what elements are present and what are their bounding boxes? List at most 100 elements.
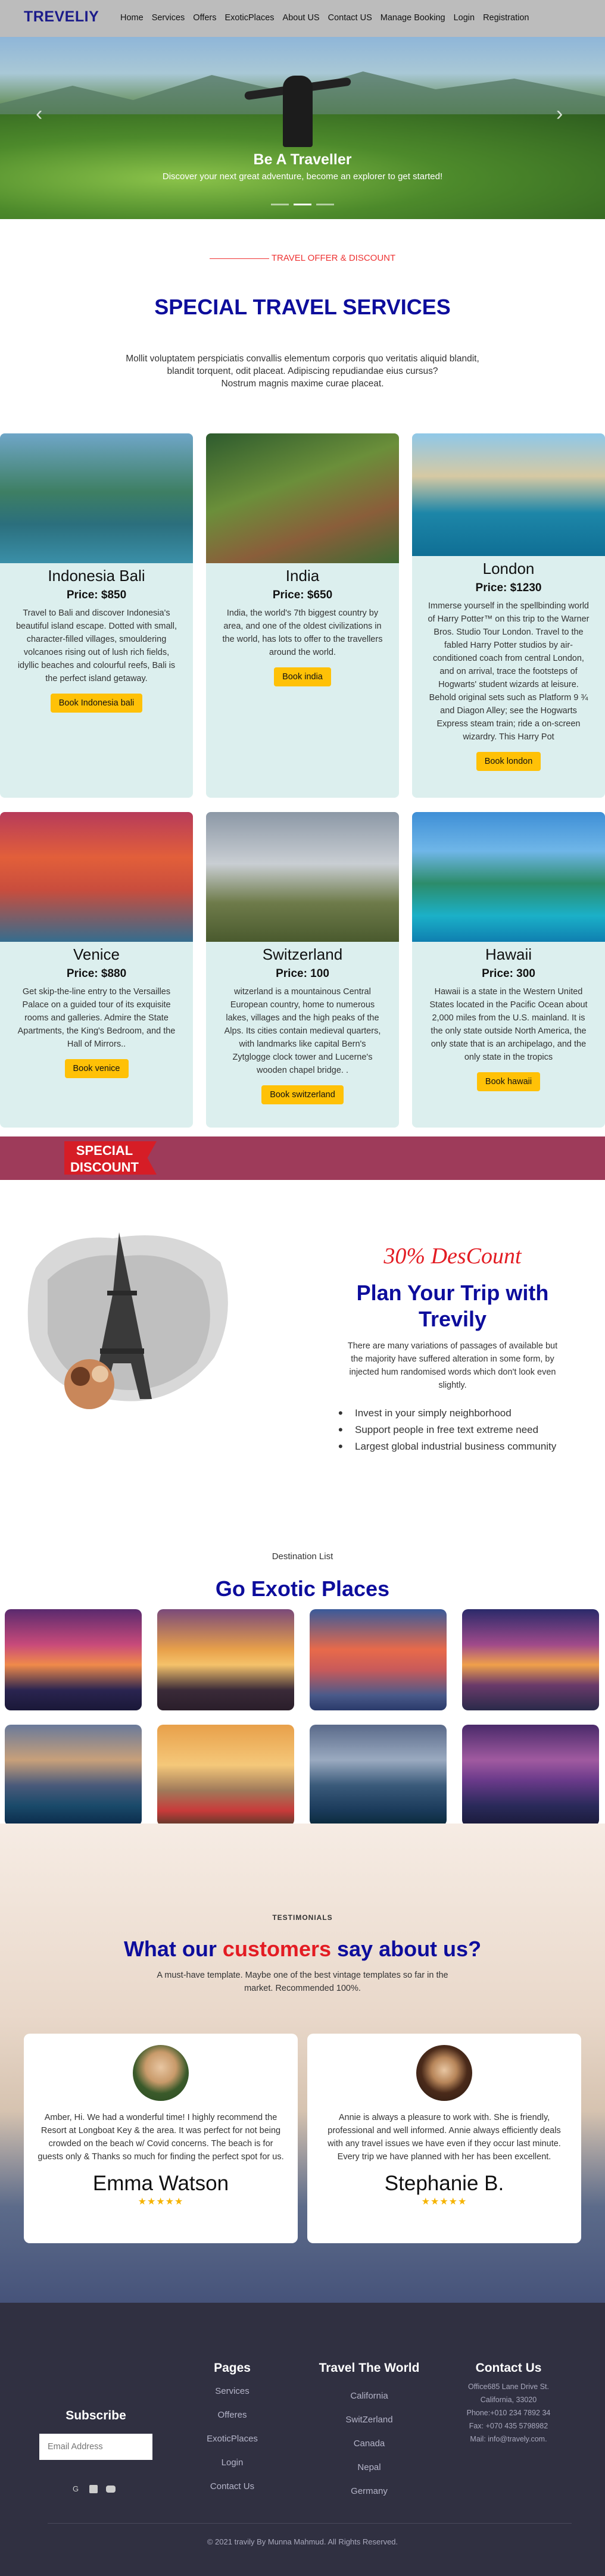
book-hawaii-button[interactable]: Book hawaii (476, 1072, 541, 1091)
offer-percent: 30% DesCount (383, 1244, 522, 1269)
book-switzerland-button[interactable]: Book switzerland (261, 1085, 344, 1104)
footer-divider (48, 2523, 572, 2524)
copyright: © 2021 travily By Munna Mahmud. All Righ… (207, 2537, 398, 2546)
footer-link-switzerland[interactable]: SwitZerland (310, 2415, 429, 2425)
place-sydney[interactable] (5, 1609, 142, 1710)
email-field[interactable] (39, 2434, 152, 2460)
bali-image (0, 433, 193, 563)
place-venice-canal[interactable] (310, 1609, 447, 1710)
venice-image (0, 812, 193, 942)
card-price: Price: $1230 (475, 582, 542, 594)
nav-links: Home Services Offers ExoticPlaces About … (120, 13, 529, 23)
card-title: Switzerland (262, 945, 343, 963)
card-description: India, the world's 7th biggest country b… (222, 608, 383, 657)
book-london-button[interactable]: Book london (476, 752, 541, 771)
subscribe-title: Subscribe (66, 2409, 126, 2422)
hero-subtitle: Discover your next great adventure, beco… (162, 171, 443, 182)
service-card-venice: Venice Price: $880 Get skip-the-line ent… (0, 812, 193, 1128)
contact-fax: Fax: +070 435 5798982 (469, 2422, 548, 2430)
service-card-london: London Price: $1230 Immerse yourself in … (412, 433, 605, 798)
nav-services[interactable]: Services (152, 13, 185, 23)
testimonials-subtitle: A must-have template. Maybe one of the b… (157, 1971, 448, 1993)
nav-registration[interactable]: Registration (483, 13, 529, 23)
card-description: Get skip-the-line entry to the Versaille… (17, 987, 176, 1049)
intro-line: blandit torquent, odit placeat. Adipisci… (167, 366, 438, 376)
eyebrow-text: TRAVEL OFFER & DISCOUNT (271, 253, 396, 263)
footer-link-contact[interactable]: Contact Us (191, 2481, 274, 2491)
service-card-bali: Indonesia Bali Price: $850 Travel to Bal… (0, 433, 193, 798)
nav-exotic-places[interactable]: ExoticPlaces (225, 13, 275, 23)
services-intro: Mollit voluptatem perspiciatis convallis… (101, 352, 504, 390)
contact-phone: Phone:+010 234 7892 34 (466, 2409, 551, 2417)
card-title: Venice (73, 945, 120, 963)
card-price: Price: $880 (66, 967, 127, 980)
intro-line: Mollit voluptatem perspiciatis convallis… (126, 354, 479, 364)
place-city-river[interactable] (310, 1725, 447, 1826)
list-item: Invest in your simply neighborhood (337, 1405, 569, 1422)
footer-link-login[interactable]: Login (191, 2458, 274, 2468)
contact-city: California, 33020 (480, 2396, 537, 2404)
navbar: TREVELIY Home Services Offers ExoticPlac… (0, 0, 605, 37)
title-highlight: customers (222, 1937, 331, 1961)
destinations-label: Destination List (272, 1551, 333, 1562)
nav-offers[interactable]: Offers (193, 13, 216, 23)
nav-login[interactable]: Login (454, 13, 475, 23)
contact-address: Office685 Lane Drive St. (468, 2383, 549, 2391)
contact-mail: Mail: info@travely.com. (470, 2435, 547, 2443)
footer-link-canada[interactable]: Canada (310, 2438, 429, 2449)
card-description: witzerland is a mountainous Central Euro… (224, 987, 381, 1075)
testimonial-name: Stephanie B. (384, 2172, 504, 2195)
card-title: Hawaii (485, 945, 532, 963)
list-item: Support people in free text extreme need (337, 1422, 569, 1438)
eyebrow-line (209, 258, 269, 259)
carousel-dot[interactable] (316, 204, 334, 205)
nav-contact-us[interactable]: Contact US (328, 13, 372, 23)
footer-link-services[interactable]: Services (191, 2386, 274, 2396)
footer-link-nepal[interactable]: Nepal (310, 2462, 429, 2472)
hero-carousel: ‹ › Be A Traveller Discover your next gr… (0, 37, 605, 219)
testimonial-card: Amber, Hi. We had a wonderful time! I hi… (24, 2034, 298, 2243)
footer-link-exotic[interactable]: ExoticPlaces (191, 2434, 274, 2444)
chevron-right-icon[interactable]: › (556, 102, 563, 126)
footer-link-california[interactable]: California (310, 2391, 429, 2401)
brand-logo[interactable]: TREVELIY (24, 8, 99, 26)
footer-link-germany[interactable]: Germany (310, 2486, 429, 2496)
card-price: Price: 300 (482, 967, 535, 980)
nav-manage-booking[interactable]: Manage Booking (381, 13, 445, 23)
card-description: Immerse yourself in the spellbinding wor… (428, 601, 590, 742)
ribbon-line2: DISCOUNT (70, 1160, 139, 1175)
offer-title: Plan Your Trip with Trevily (356, 1281, 549, 1331)
place-dubai[interactable] (5, 1725, 142, 1826)
london-image (412, 433, 605, 556)
book-india-button[interactable]: Book india (274, 667, 331, 686)
facebook-icon[interactable] (89, 2485, 98, 2493)
youtube-icon[interactable] (106, 2486, 116, 2493)
star-rating-icon: ★★★★★ (421, 2197, 467, 2207)
carousel-dot[interactable] (271, 204, 289, 205)
chevron-left-icon[interactable]: ‹ (36, 102, 42, 126)
place-istanbul[interactable] (157, 1609, 294, 1710)
service-card-switzerland: Switzerland Price: 100 witzerland is a m… (206, 812, 399, 1128)
avatar (414, 2043, 474, 2103)
google-icon[interactable]: G (73, 2484, 82, 2494)
place-london-bigben[interactable] (157, 1725, 294, 1826)
services-eyebrow: TRAVEL OFFER & DISCOUNT (0, 253, 605, 263)
card-price: Price: $650 (272, 589, 333, 601)
title-part: What our (123, 1937, 223, 1961)
nav-home[interactable]: Home (120, 13, 144, 23)
footer-link-offers[interactable]: Offeres (191, 2410, 274, 2420)
intro-line: Nostrum magnis maxime curae placeat. (221, 379, 384, 389)
contact-title: Contact Us (475, 2361, 542, 2375)
carousel-dot-active[interactable] (294, 204, 311, 205)
nav-about-us[interactable]: About US (283, 13, 320, 23)
place-sunset-sea[interactable] (462, 1609, 599, 1710)
book-venice-button[interactable]: Book venice (64, 1059, 129, 1078)
title-part: say about us? (331, 1937, 482, 1961)
offer-text: There are many variations of passages of… (347, 1341, 558, 1390)
special-discount-ribbon: SPECIAL DISCOUNT (64, 1141, 157, 1175)
book-bali-button[interactable]: Book Indonesia bali (50, 694, 143, 713)
card-title: Indonesia Bali (48, 567, 145, 585)
ribbon-line1: SPECIAL (76, 1143, 133, 1158)
special-discount-banner: SPECIAL DISCOUNT (0, 1136, 605, 1180)
place-pier-sunset[interactable] (462, 1725, 599, 1826)
